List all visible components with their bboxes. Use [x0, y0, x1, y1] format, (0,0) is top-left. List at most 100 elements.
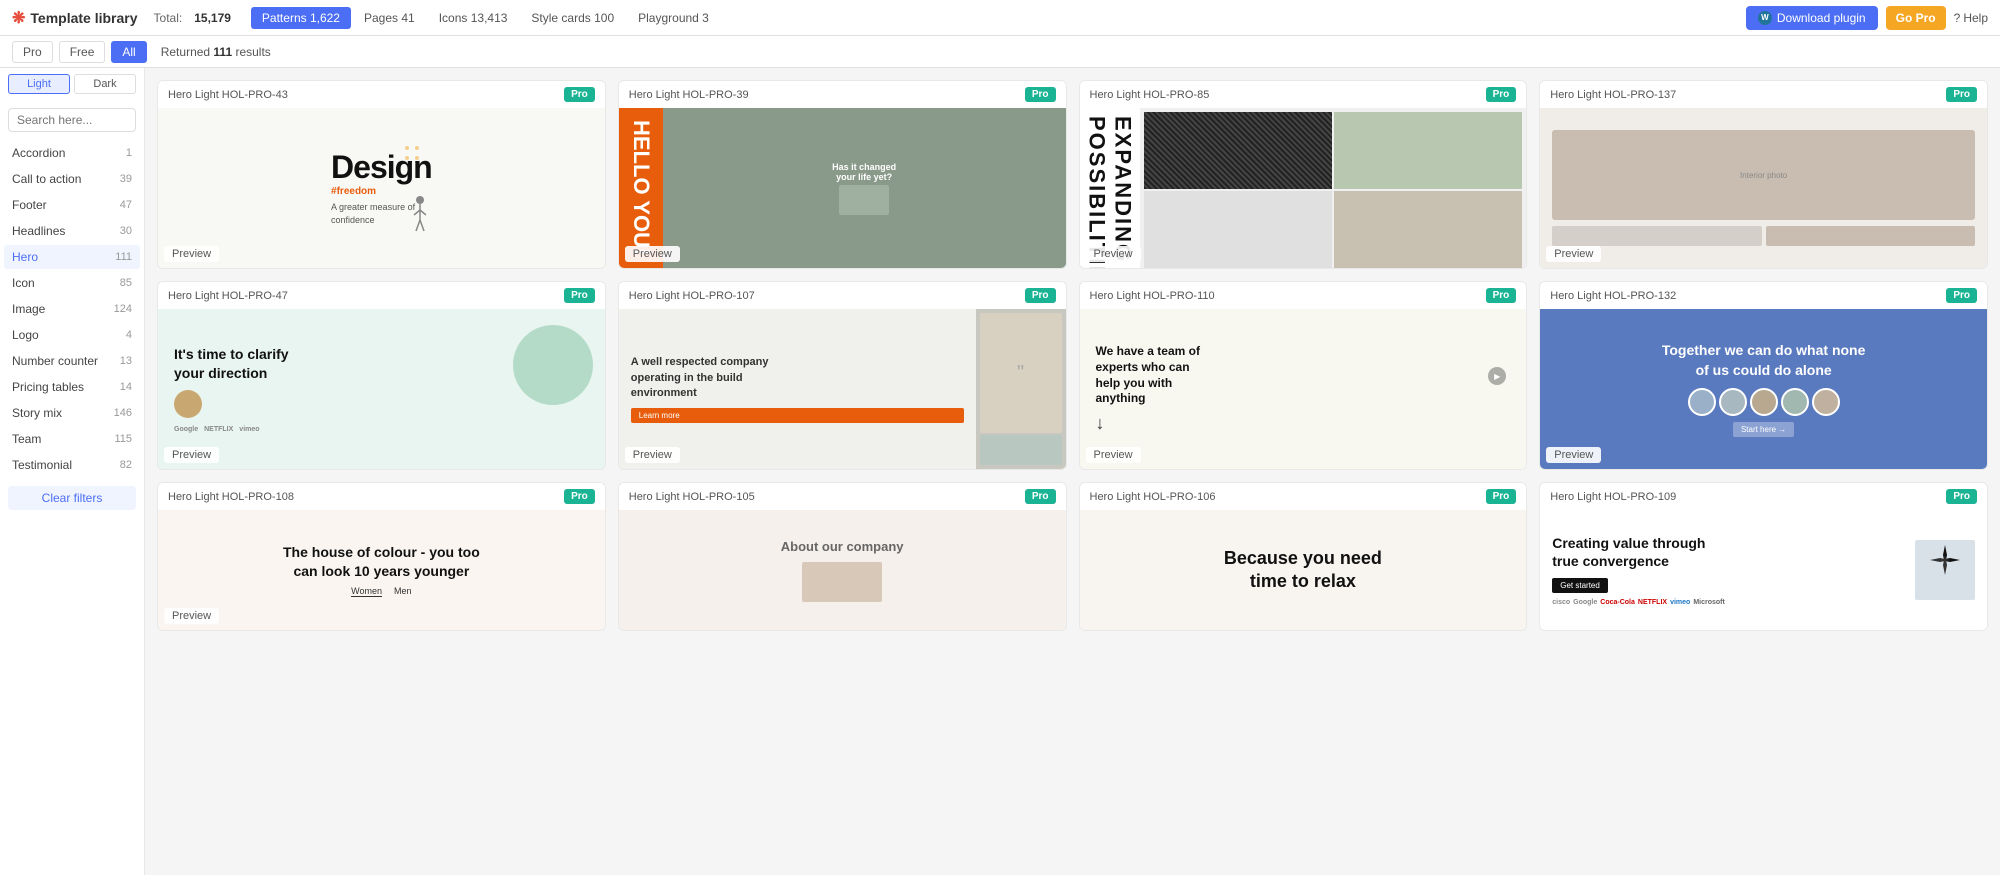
card-hol-pro-106: Hero Light HOL-PRO-106 Pro Because you n…: [1079, 482, 1528, 631]
card-header: Hero Light HOL-PRO-110 Pro: [1080, 282, 1527, 309]
card-mock-together: Together we can do what noneof us could …: [1540, 309, 1987, 469]
team-avatars: [1662, 388, 1866, 416]
preview-label[interactable]: Preview: [625, 246, 680, 262]
tab-pages[interactable]: Pages 41: [353, 7, 426, 29]
card-mock-expanding: EXPANDINGPOSSIBILITIES: [1080, 108, 1527, 268]
card-mock-hello: HELLO YOU! Has it changedyour life yet?: [619, 108, 1066, 268]
relax-text: Because you needtime to relax: [1224, 547, 1382, 594]
brand-icon: ❋: [12, 8, 25, 28]
search-box: [0, 100, 144, 140]
result-count: 111: [213, 45, 232, 59]
pro-badge: Pro: [1946, 288, 1977, 303]
preview-label[interactable]: Preview: [625, 447, 680, 463]
clarify-logos: Google NETFLIX vimeo: [174, 426, 589, 433]
card-hol-pro-85: Hero Light HOL-PRO-85 Pro EXPANDINGPOSSI…: [1079, 80, 1528, 269]
pro-badge: Pro: [1486, 489, 1517, 504]
pro-badge: Pro: [1946, 87, 1977, 102]
decorative-circle: [513, 325, 593, 405]
tab-playground[interactable]: Playground 3: [627, 7, 720, 29]
card-mock-interior: Interior photo: [1540, 108, 1987, 268]
sidebar-item-team[interactable]: Team 115: [4, 427, 140, 451]
sidebar-item-number-counter[interactable]: Number counter 13: [4, 349, 140, 373]
preview-label[interactable]: Preview: [164, 608, 219, 624]
filter-pro-button[interactable]: Pro: [12, 41, 53, 63]
team-text: We have a team ofexperts who canhelp you…: [1096, 344, 1431, 406]
sidebar-item-headlines[interactable]: Headlines 30: [4, 219, 140, 243]
card-preview: Because you needtime to relax: [1080, 510, 1527, 630]
pro-badge: Pro: [564, 288, 595, 303]
sidebar-item-icon[interactable]: Icon 85: [4, 271, 140, 295]
card-mock-colour: The house of colour - you toocan look 10…: [158, 510, 605, 630]
cta-button: Learn more: [631, 408, 964, 423]
card-mock-company: About our company: [619, 510, 1066, 630]
sidebar-item-story-mix[interactable]: Story mix 146: [4, 401, 140, 425]
search-input[interactable]: [8, 108, 136, 132]
decorative-dots: [402, 143, 432, 173]
sidebar-item-logo[interactable]: Logo 4: [4, 323, 140, 347]
preview-label[interactable]: Preview: [1086, 447, 1141, 463]
main-content: Hero Light HOL-PRO-43 Pro Design #freedo…: [145, 68, 2000, 875]
card-hol-pro-109: Hero Light HOL-PRO-109 Pro Creating valu…: [1539, 482, 1988, 631]
sidebar-item-accordion[interactable]: Accordion 1: [4, 141, 140, 165]
download-plugin-button[interactable]: W Download plugin: [1746, 6, 1878, 30]
theme-dark-button[interactable]: Dark: [74, 74, 136, 94]
preview-label[interactable]: Preview: [164, 246, 219, 262]
card-mock-relax: Because you needtime to relax: [1080, 510, 1527, 630]
pro-badge: Pro: [1486, 288, 1517, 303]
colour-text: The house of colour - you toocan look 10…: [283, 543, 480, 579]
preview-label[interactable]: Preview: [1086, 246, 1141, 262]
brand: ❋ Template library: [12, 8, 138, 28]
tab-style-cards[interactable]: Style cards 100: [520, 7, 625, 29]
card-hol-pro-108: Hero Light HOL-PRO-108 Pro The house of …: [157, 482, 606, 631]
card-preview: About our company: [619, 510, 1066, 630]
theme-light-button[interactable]: Light: [8, 74, 70, 94]
card-title: Hero Light HOL-PRO-105: [629, 491, 755, 503]
clear-filters-button[interactable]: Clear filters: [8, 486, 136, 510]
card-title: Hero Light HOL-PRO-106: [1090, 491, 1216, 503]
card-preview: Interior photo Preview: [1540, 108, 1987, 268]
card-preview: Design #freedom A greater measure ofconf…: [158, 108, 605, 268]
theme-toggle: Light Dark: [0, 68, 144, 100]
brand-name: Template library: [30, 10, 137, 26]
brand-logos: cisco Google Coca-Cola NETFLIX vimeo Mic…: [1552, 599, 1907, 606]
person-avatar: [174, 390, 202, 418]
sidebar-item-footer[interactable]: Footer 47: [4, 193, 140, 217]
card-header: Hero Light HOL-PRO-39 Pro: [619, 81, 1066, 108]
together-text: Together we can do what noneof us could …: [1662, 341, 1866, 380]
play-icon: ▶: [1494, 372, 1500, 381]
total-count: 15,179: [194, 11, 231, 25]
tab-icons[interactable]: Icons 13,413: [428, 7, 519, 29]
sidebar-item-image[interactable]: Image 124: [4, 297, 140, 321]
preview-label[interactable]: Preview: [1546, 447, 1601, 463]
main-layout: Light Dark Accordion 1 Call to action 39…: [0, 68, 2000, 875]
respected-image: ": [976, 309, 1066, 469]
help-button[interactable]: ? Help: [1954, 11, 1988, 25]
filter-all-button[interactable]: All: [111, 41, 146, 63]
pro-badge: Pro: [1486, 87, 1517, 102]
sidebar-item-call-to-action[interactable]: Call to action 39: [4, 167, 140, 191]
card-header: Hero Light HOL-PRO-108 Pro: [158, 483, 605, 510]
preview-label[interactable]: Preview: [1546, 246, 1601, 262]
go-pro-button[interactable]: Go Pro: [1886, 6, 1946, 30]
card-hol-pro-39: Hero Light HOL-PRO-39 Pro HELLO YOU! Has…: [618, 80, 1067, 269]
card-mock-design: Design #freedom A greater measure ofconf…: [158, 108, 605, 268]
card-preview: We have a team ofexperts who canhelp you…: [1080, 309, 1527, 469]
sidebar-item-hero[interactable]: Hero 111: [4, 245, 140, 269]
card-mock-clarify: It's time to clarifyyour direction Googl…: [158, 309, 605, 469]
sidebar-item-testimonial[interactable]: Testimonial 82: [4, 453, 140, 477]
filter-free-button[interactable]: Free: [59, 41, 106, 63]
tab-patterns[interactable]: Patterns 1,622: [251, 7, 351, 29]
pro-badge: Pro: [564, 489, 595, 504]
start-here-btn: Start here →: [1733, 422, 1794, 437]
preview-label[interactable]: Preview: [164, 447, 219, 463]
sidebar: Light Dark Accordion 1 Call to action 39…: [0, 68, 145, 875]
card-hol-pro-105: Hero Light HOL-PRO-105 Pro About our com…: [618, 482, 1067, 631]
company-image: [802, 562, 882, 602]
sidebar-item-pricing-tables[interactable]: Pricing tables 14: [4, 375, 140, 399]
pro-badge: Pro: [1025, 489, 1056, 504]
company-text: About our company: [781, 539, 904, 554]
star-compass-icon: [1925, 540, 1965, 600]
climbing-image: [1915, 540, 1975, 600]
card-hol-pro-132: Hero Light HOL-PRO-132 Pro Together we c…: [1539, 281, 1988, 470]
card-preview: EXPANDINGPOSSIBILITIES Preview: [1080, 108, 1527, 268]
